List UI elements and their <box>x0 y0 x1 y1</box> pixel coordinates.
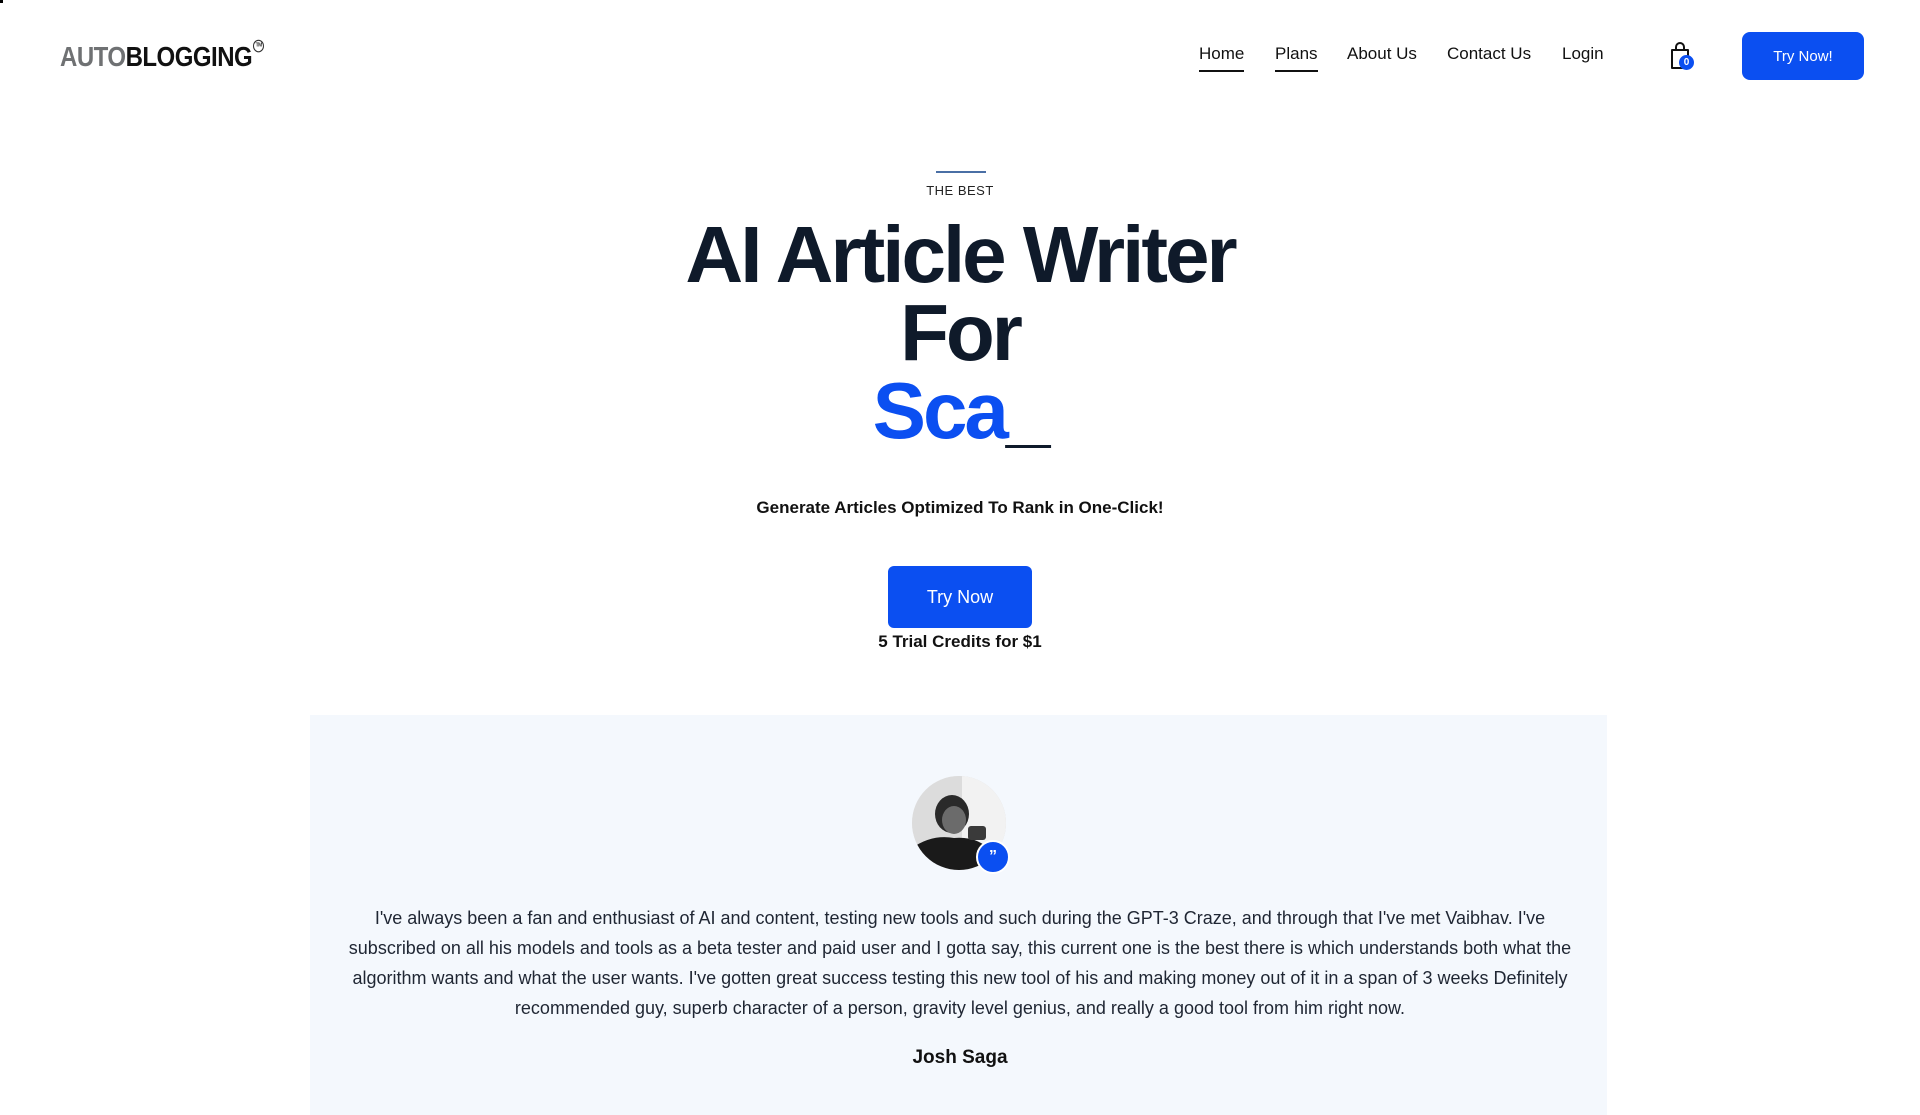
nav-link-login[interactable]: Login <box>1562 44 1604 64</box>
headline-line-2: For <box>900 288 1023 377</box>
logo-text-auto: AUTO <box>60 42 126 74</box>
testimonial-author: Josh Saga <box>912 1047 1008 1068</box>
hero-headline: AI Article Writer For Sca_ <box>0 210 1920 451</box>
hero-try-now-button[interactable]: Try Now <box>888 566 1032 628</box>
nav-link-contact-us[interactable]: Contact Us <box>1447 44 1531 64</box>
headline-line-1: AI Article Writer <box>685 210 1237 299</box>
nav-link-plans[interactable]: Plans <box>1275 44 1318 72</box>
trademark-mark: TM <box>253 39 265 53</box>
logo-text-blogging: BLOGGING <box>125 42 253 74</box>
quote-icon: ” <box>976 840 1010 874</box>
eyebrow-text: THE BEST <box>926 183 994 198</box>
hero-subheading: Generate Articles Optimized To Rank in O… <box>756 498 1164 517</box>
trial-credits-note: 5 Trial Credits for $1 <box>878 632 1042 651</box>
typed-word: Sca <box>872 366 1009 455</box>
headline-typed-line: Sca_ <box>0 371 1920 451</box>
corner-marker <box>0 0 3 3</box>
typing-cursor: _ <box>1005 366 1050 455</box>
testimonial-quote: I've always been a fan and enthusiast of… <box>348 908 1572 1018</box>
header-try-now-button[interactable]: Try Now! <box>1742 32 1864 80</box>
nav-link-about-us[interactable]: About Us <box>1347 44 1417 64</box>
nav-link-home[interactable]: Home <box>1199 44 1245 72</box>
site-logo[interactable]: AUTO BLOGGING TM <box>60 39 265 74</box>
cart-count-badge: 0 <box>1679 55 1694 70</box>
eyebrow-divider <box>936 171 986 173</box>
